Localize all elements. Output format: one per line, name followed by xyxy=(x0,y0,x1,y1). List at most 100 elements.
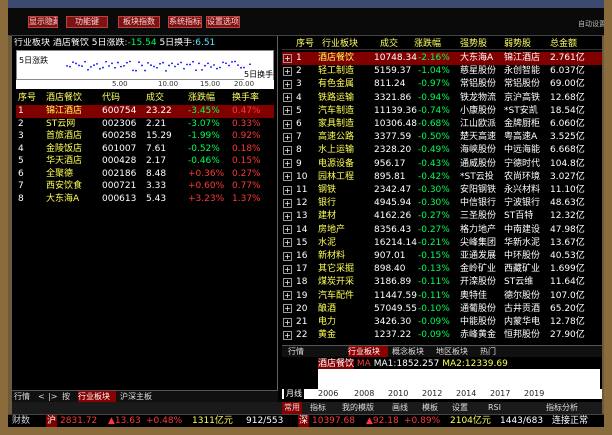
sector-row[interactable]: +2 轻工制造 5159.37 -1.04% 慈星股份 永创智能 6.037亿 xyxy=(282,65,602,78)
settings-options-button[interactable]: 设置选项 xyxy=(206,16,240,28)
expand-plus-icon[interactable]: + xyxy=(283,79,292,89)
chart-dot xyxy=(99,67,101,70)
stock-cell-turn: 0.33% xyxy=(232,118,261,129)
sector-cell-strong: *ST云投 xyxy=(460,171,494,182)
auto-settings-label[interactable]: 自动设置 xyxy=(578,19,604,29)
stock-row[interactable]: 3 首旅酒店 600258 15.29 -1.99% 0.92% xyxy=(16,130,274,143)
sector-cell-weak: 恒邦股份 xyxy=(504,330,541,341)
expand-plus-icon[interactable]: + xyxy=(283,119,292,129)
expand-plus-icon[interactable]: + xyxy=(283,291,292,301)
sector-cell-amt: 69.00亿 xyxy=(550,79,585,90)
sector-row[interactable]: +14 房地产 8356.43 -0.27% 格力地产 中南建设 47.98亿 xyxy=(282,224,602,237)
nav-template[interactable]: 模板 xyxy=(422,402,438,414)
nav-indicator-analysis[interactable]: 指标分析 xyxy=(546,402,578,414)
sector-cell-no: 22 xyxy=(296,330,308,341)
sector-row[interactable]: +5 汽车制造 11139.36 -0.74% 小康股份 *ST安凯 18.54亿 xyxy=(282,105,602,118)
sector-cell-price: 10306.48 xyxy=(374,119,417,129)
sector-row[interactable]: +10 园林工程 895.81 -0.42% *ST云投 农尚环境 3.027亿 xyxy=(282,171,602,184)
expand-plus-icon[interactable]: + xyxy=(283,132,292,142)
show-hide-button[interactable]: 显示隐藏 xyxy=(28,16,58,28)
expand-plus-icon[interactable]: + xyxy=(283,66,292,76)
year-tick: 2014 xyxy=(456,389,477,398)
chart-dot xyxy=(156,66,158,69)
sector-cell-no: 21 xyxy=(296,317,308,327)
expand-plus-icon[interactable]: + xyxy=(283,211,292,221)
expand-plus-icon[interactable]: + xyxy=(283,304,292,314)
sector-row[interactable]: +4 铁路运输 3321.86 -0.94% 铁龙物流 京沪高铁 12.68亿 xyxy=(282,92,602,105)
nav-indicator[interactable]: 指标 xyxy=(310,402,326,414)
stock-row[interactable]: 2 ST云网 002306 2.21 -3.07% 0.33% xyxy=(16,118,274,131)
sector-row[interactable]: +20 酿酒 57049.55 -0.10% 通葡股份 古井贡酒 65.20亿 xyxy=(282,303,602,316)
expand-plus-icon[interactable]: + xyxy=(283,238,292,248)
axis-tick: 10.00 xyxy=(158,80,179,88)
window-right-frame xyxy=(604,0,612,435)
function-key-button[interactable]: 功能键 xyxy=(66,16,108,28)
sector-row[interactable]: +19 汽车配件 11447.59 -0.11% 奥特佳 德尔股份 107.0亿 xyxy=(282,290,602,303)
nav-my-template[interactable]: 我的模版 xyxy=(342,402,374,414)
expand-plus-icon[interactable]: + xyxy=(283,159,292,169)
stock-row[interactable]: 5 华天酒店 000428 2.17 -0.46% 0.15% xyxy=(16,155,274,168)
chart-dot xyxy=(87,68,89,71)
expand-plus-icon[interactable]: + xyxy=(283,330,292,340)
sector-cell-chg: -0.15% xyxy=(418,251,450,261)
sector-cell-chg: -0.09% xyxy=(418,317,450,327)
chart-dot xyxy=(129,60,131,63)
expand-plus-icon[interactable]: + xyxy=(283,185,292,195)
sector-cell-amt: 48.63亿 xyxy=(550,198,585,209)
sector-cell-no: 11 xyxy=(296,185,308,195)
sector-row[interactable]: +18 煤炭开采 3186.89 -0.11% 开滦股份 ST云维 11.64亿 xyxy=(282,276,602,289)
expand-plus-icon[interactable]: + xyxy=(283,251,292,261)
sector-row[interactable]: +1 酒店餐饮 10748.34 -2.16% 大东海A 锦江酒店 2.761亿 xyxy=(282,52,602,65)
sector-row[interactable]: +6 家具制造 10306.48 -0.68% 江山欧派 金牌厨柜 6.060亿 xyxy=(282,118,602,131)
stock-row[interactable]: 1 锦江酒店 600754 23.22 -3.45% 0.47% xyxy=(16,105,274,118)
sector-row[interactable]: +8 水上运输 2328.20 -0.49% 海峡股份 中远海能 6.668亿 xyxy=(282,144,602,157)
stock-cell-price: 7.61 xyxy=(146,143,167,154)
chart-dot xyxy=(174,65,176,68)
expand-plus-icon[interactable]: + xyxy=(283,106,292,116)
expand-plus-icon[interactable]: + xyxy=(283,53,292,63)
info-period-change: -15.54 xyxy=(127,38,157,48)
expand-plus-icon[interactable]: + xyxy=(283,93,292,103)
stock-row[interactable]: 4 金陵饭店 601007 7.61 -0.52% 0.18% xyxy=(16,143,274,156)
expand-plus-icon[interactable]: + xyxy=(283,172,292,182)
sector-cell-chg: -0.49% xyxy=(418,145,450,156)
sector-cell-price: 10748.34 xyxy=(374,53,417,63)
sector-row[interactable]: +7 高速公路 3377.59 -0.50% 楚天高速 粤高速A 3.525亿 xyxy=(282,131,602,144)
sector-row[interactable]: +21 电力 3426.30 -0.09% 中能股份 内蒙华电 12.78亿 xyxy=(282,316,602,329)
sector-index-button[interactable]: 板块指数 xyxy=(118,16,160,28)
sector-row[interactable]: +9 电源设备 956.17 -0.43% 通威股份 宁德时代 104.8亿 xyxy=(282,158,602,171)
sector-cell-chg: -0.27% xyxy=(418,211,450,222)
expand-plus-icon[interactable]: + xyxy=(283,277,292,287)
sector-row[interactable]: +17 其它采掘 898.40 -0.13% 金岭矿业 西藏矿业 1.699亿 xyxy=(282,263,602,276)
sector-row[interactable]: +3 有色金属 811.24 -0.97% 常铝股份 常铝股份 69.00亿 xyxy=(282,78,602,91)
year-tick: 2019 xyxy=(524,389,545,398)
chart-dot xyxy=(138,61,140,64)
sector-row[interactable]: +13 建材 4162.26 -0.27% 三圣股份 ST百特 12.32亿 xyxy=(282,210,602,223)
nav-rsi[interactable]: RSI xyxy=(488,402,501,414)
nav-settings[interactable]: 设置 xyxy=(452,402,468,414)
chart-dot xyxy=(93,64,95,67)
expand-plus-icon[interactable]: + xyxy=(283,264,292,274)
nav-draw-line[interactable]: 画线 xyxy=(392,402,408,414)
stock-row[interactable]: 7 西安饮食 000721 3.33 +0.60% 0.77% xyxy=(16,180,274,193)
sector-cell-price: 907.01 xyxy=(374,251,406,261)
sector-row[interactable]: +15 水泥 16214.14 -0.21% 尖峰集团 华新水泥 13.67亿 xyxy=(282,237,602,250)
stock-cell-name: 西安饮食 xyxy=(46,181,83,191)
expand-plus-icon[interactable]: + xyxy=(283,317,292,327)
sector-cell-strong: 海峡股份 xyxy=(460,145,497,156)
stock-row[interactable]: 6 全聚德 002186 8.48 +0.36% 0.27% xyxy=(16,168,274,181)
sector-row[interactable]: +11 钢铁 2342.47 -0.30% 安阳钢铁 永兴材料 11.10亿 xyxy=(282,184,602,197)
expand-plus-icon[interactable]: + xyxy=(283,145,292,155)
sector-cell-no: 8 xyxy=(296,145,302,156)
sector-row[interactable]: +16 新材料 907.01 -0.15% 亚通发展 中环股份 40.53亿 xyxy=(282,250,602,263)
sector-cell-chg: -0.13% xyxy=(418,264,450,275)
system-indicator-button[interactable]: 系统指标 xyxy=(168,16,202,28)
chart-dot xyxy=(186,63,188,66)
expand-plus-icon[interactable]: + xyxy=(283,198,292,208)
expand-plus-icon[interactable]: + xyxy=(283,225,292,235)
stock-cell-chg: +0.60% xyxy=(188,181,225,191)
sector-row[interactable]: +22 黄金 1237.22 -0.09% 赤峰黄金 恒邦股份 27.90亿 xyxy=(282,329,602,342)
stock-row[interactable]: 8 大东海A 000613 5.43 +3.23% 1.37% xyxy=(16,193,274,206)
nav-common[interactable]: 常用 xyxy=(282,402,302,414)
sector-row[interactable]: +12 银行 4945.94 -0.30% 中信银行 宁波银行 48.63亿 xyxy=(282,197,602,210)
